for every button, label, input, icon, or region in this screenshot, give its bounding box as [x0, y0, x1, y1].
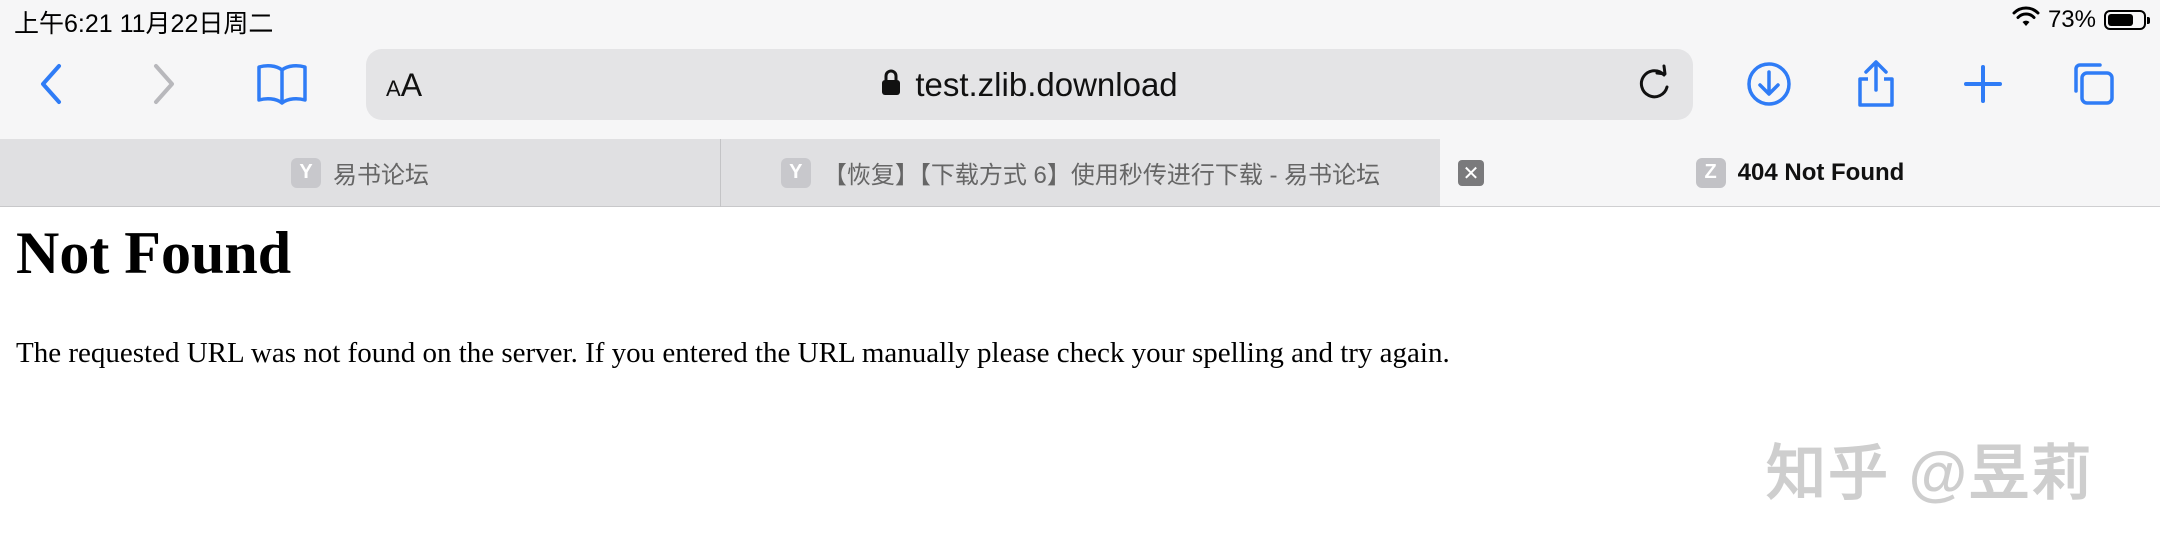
- tab-yishu-forum[interactable]: Y 易书论坛: [0, 139, 720, 207]
- watermark: 知乎 @昱莉: [1766, 440, 2094, 507]
- page-heading: Not Found: [16, 220, 292, 286]
- tab-favicon: Y: [780, 157, 811, 188]
- toolbar: AA test.zlib.download: [0, 40, 2160, 139]
- bookmarks-icon[interactable]: [252, 60, 312, 108]
- tab-favicon: Y: [291, 157, 321, 188]
- tab-bar: Y 易书论坛 Y 【恢复】【下载方式 6】使用秒传进行下载 - 易书论坛 ✕ Z…: [0, 139, 2160, 207]
- new-tab-icon[interactable]: [1953, 60, 2013, 108]
- reload-icon[interactable]: [1633, 63, 1675, 105]
- tab-title: 404 Not Found: [1737, 158, 1905, 186]
- forward-icon[interactable]: [133, 60, 193, 108]
- tab-favicon: Z: [1695, 157, 1726, 188]
- close-icon[interactable]: ✕: [1458, 160, 1484, 186]
- status-indicators: 73%: [2012, 4, 2150, 36]
- status-time: 上午6:21 11月22日周二: [14, 10, 274, 38]
- battery-icon: [2104, 10, 2150, 30]
- tabs-overview-icon[interactable]: [2062, 60, 2122, 108]
- tab-title: 【恢复】【下载方式 6】使用秒传进行下载 - 易书论坛: [822, 162, 1381, 189]
- browser-chrome: 上午6:21 11月22日周二 73% AA test.zlib.downloa…: [0, 0, 2160, 139]
- error-message: The requested URL was not found on the s…: [16, 337, 1450, 369]
- url-display[interactable]: test.zlib.download: [366, 49, 1693, 120]
- battery-tip: [2147, 17, 2150, 24]
- battery-fill: [2108, 14, 2133, 26]
- tab-404-not-found[interactable]: ✕ Z 404 Not Found: [1440, 139, 2160, 207]
- download-icon[interactable]: [1739, 60, 1799, 108]
- back-icon[interactable]: [22, 60, 82, 108]
- battery-percent: 73%: [2047, 6, 2096, 33]
- wifi-icon: [2012, 6, 2040, 35]
- url-text: test.zlib.download: [915, 65, 1178, 103]
- web-page-content: Not Found The requested URL was not foun…: [0, 207, 2160, 551]
- status-bar: 上午6:21 11月22日周二 73%: [0, 0, 2160, 40]
- tab-download-method[interactable]: Y 【恢复】【下载方式 6】使用秒传进行下载 - 易书论坛: [721, 139, 1440, 207]
- tab-title: 易书论坛: [333, 162, 429, 189]
- lock-icon: [881, 68, 901, 101]
- share-icon[interactable]: [1846, 60, 1906, 108]
- address-bar[interactable]: AA test.zlib.download: [366, 49, 1693, 120]
